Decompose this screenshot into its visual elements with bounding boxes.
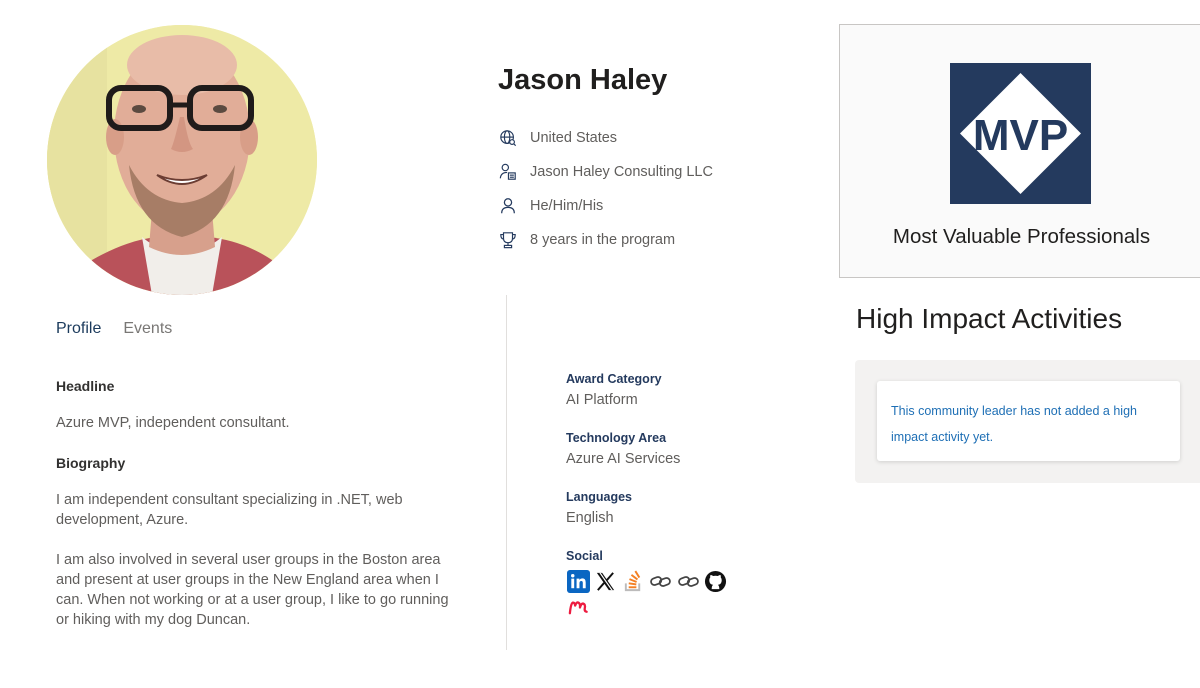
fact-country-text: United States [530, 130, 618, 146]
languages-label: Languages [566, 490, 632, 504]
technology-area: Technology Area Azure AI Services [566, 431, 806, 467]
biography-label: Biography [56, 455, 126, 471]
link-icon[interactable] [649, 569, 673, 593]
biography-paragraph: I am also involved in several user group… [56, 552, 449, 628]
linkedin-icon[interactable] [566, 569, 590, 593]
headline-label: Headline [56, 378, 115, 394]
social-label: Social [566, 549, 603, 563]
languages-value: English [566, 510, 614, 526]
tab-profile[interactable]: Profile [56, 320, 101, 344]
biography-paragraph: I am independent consultant specializing… [56, 492, 403, 528]
person-building-icon [498, 162, 518, 182]
high-impact-empty-message: This community leader has not added a hi… [891, 404, 1137, 444]
mvp-card-title: Most Valuable Professionals [892, 225, 1151, 248]
stackoverflow-icon[interactable] [621, 569, 645, 593]
meetup-icon[interactable] [566, 594, 590, 618]
fact-years-text: 8 years in the program [530, 232, 676, 248]
trophy-icon [498, 230, 518, 250]
award-category-value: AI Platform [566, 392, 638, 408]
profile-main-content: Headline Azure MVP, independent consulta… [56, 378, 456, 650]
fact-pronouns: He/Him/His [498, 189, 713, 223]
technology-area-label: Technology Area [566, 431, 667, 445]
profile-tabs: Profile Events [56, 320, 194, 344]
biography-text: I am independent consultant specializing… [56, 490, 456, 630]
mvp-logo-text: MVP [973, 111, 1068, 160]
profile-avatar [47, 25, 317, 295]
social: Social [566, 549, 806, 619]
social-icons [566, 569, 736, 619]
column-divider [506, 295, 507, 650]
profile-details: Award Category AI Platform Technology Ar… [566, 372, 806, 642]
mvp-card: MVP Most Valuable Professionals [839, 24, 1200, 278]
profile-facts: United States Jason Haley Consulting LLC… [498, 121, 713, 257]
fact-company: Jason Haley Consulting LLC [498, 155, 713, 189]
high-impact-title: High Impact Activities [856, 303, 1123, 334]
person-icon [498, 196, 518, 216]
technology-area-value: Azure AI Services [566, 451, 681, 467]
avatar-photo-illustration [47, 25, 317, 295]
fact-company-text: Jason Haley Consulting LLC [530, 164, 713, 180]
globe-icon [498, 128, 518, 148]
award-category: Award Category AI Platform [566, 372, 806, 408]
fact-country: United States [498, 121, 713, 155]
link-icon[interactable] [676, 569, 700, 593]
mvp-logo: MVP [950, 63, 1091, 204]
headline-text: Azure MVP, independent consultant. [56, 415, 290, 431]
tab-events[interactable]: Events [123, 320, 172, 344]
fact-pronouns-text: He/Him/His [530, 198, 604, 214]
fact-years: 8 years in the program [498, 223, 713, 257]
profile-name: Jason Haley [498, 64, 668, 96]
x-icon[interactable] [594, 569, 618, 593]
high-impact-empty-card: This community leader has not added a hi… [877, 381, 1180, 461]
github-icon[interactable] [704, 569, 728, 593]
languages: Languages English [566, 490, 806, 526]
award-category-label: Award Category [566, 372, 662, 386]
high-impact-panel: This community leader has not added a hi… [855, 360, 1200, 483]
